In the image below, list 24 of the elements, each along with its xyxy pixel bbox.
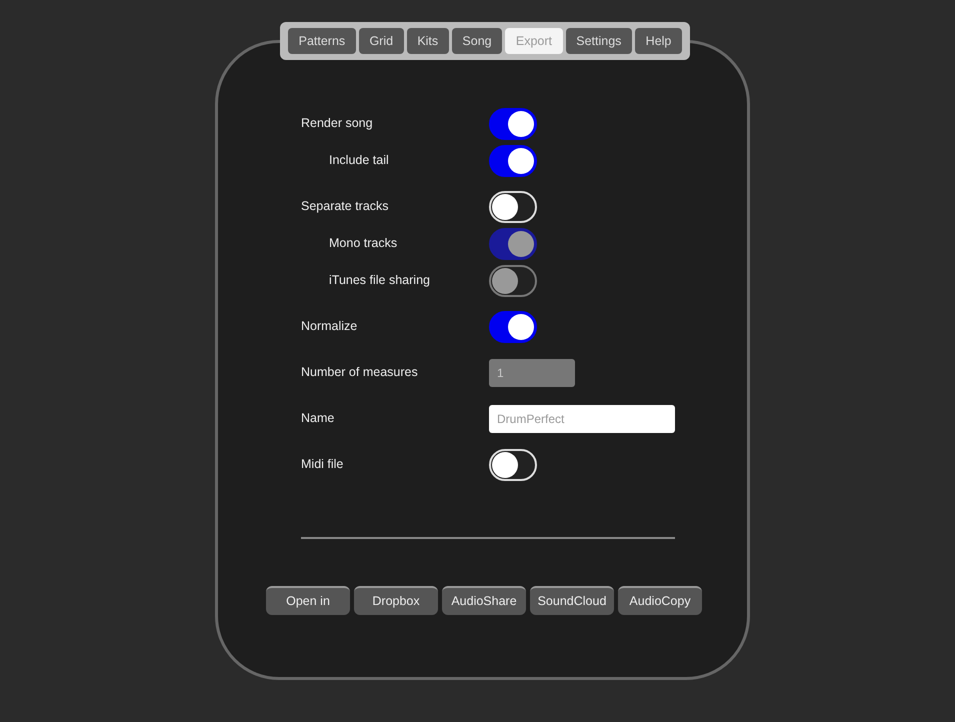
- toggle-switch[interactable]: [489, 108, 537, 140]
- tab[interactable]: Patterns: [288, 28, 356, 54]
- export-button[interactable]: AudioShare: [442, 586, 526, 615]
- export-button[interactable]: SoundCloud: [530, 586, 614, 615]
- export-button[interactable]: Dropbox: [354, 586, 438, 615]
- setting-label: Number of measures: [301, 364, 419, 382]
- tab[interactable]: Help: [635, 28, 682, 54]
- setting-label: Normalize: [301, 318, 358, 336]
- tab[interactable]: Kits: [406, 28, 449, 54]
- setting-label: Include tail: [328, 152, 390, 170]
- toggle-switch[interactable]: [489, 144, 537, 176]
- tab[interactable]: Settings: [566, 28, 632, 54]
- input-field[interactable]: DrumPerfect: [489, 404, 675, 432]
- setting-label: Midi file: [301, 456, 344, 474]
- setting-label: Mono tracks: [328, 235, 398, 252]
- export-button[interactable]: AudioCopy: [618, 586, 702, 615]
- setting-label: Render song: [301, 115, 374, 132]
- setting-label: iTunes file sharing: [328, 272, 431, 290]
- setting-label: Separate tracks: [301, 198, 390, 216]
- tab[interactable]: Grid: [358, 28, 404, 54]
- tab[interactable]: Song: [452, 28, 502, 54]
- export-button[interactable]: Open in: [266, 586, 350, 615]
- setting-label: Name: [301, 410, 336, 428]
- toggle-switch[interactable]: [489, 310, 537, 342]
